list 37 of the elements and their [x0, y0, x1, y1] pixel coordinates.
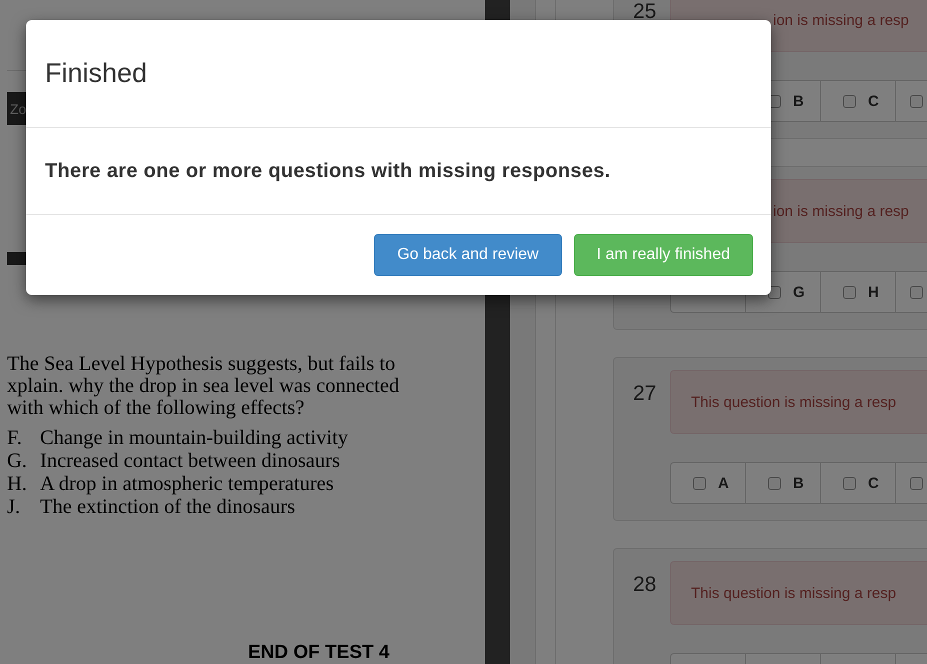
question-text-line: xplain. why the drop in sea level was connected	[7, 375, 400, 397]
end-of-test-text: END OF TEST 4	[248, 642, 390, 664]
answer-choice[interactable]: A	[671, 463, 746, 503]
modal-message: There are one or more questions with missing responses.	[45, 160, 611, 182]
answer-choice[interactable]: C	[821, 463, 896, 503]
answer-choice[interactable]: H	[821, 272, 896, 312]
alert-text: ion is missing a resp	[773, 202, 909, 220]
option-text: Increased contact between dinosaurs	[40, 450, 340, 473]
question-number: 25	[633, 0, 653, 24]
option-letter: H.	[7, 473, 28, 496]
finish-button[interactable]: I am really finished	[574, 234, 753, 276]
checkbox[interactable]	[910, 476, 923, 490]
answer-choice[interactable]: B	[746, 463, 821, 503]
alert-text: This question is missing a resp	[691, 584, 896, 602]
modal-title: Finished	[45, 58, 148, 89]
answer-choice[interactable]: C	[821, 81, 896, 121]
question-text-line: with which of the following effects?	[7, 397, 306, 419]
zoom-label[interactable]: Zo	[10, 100, 26, 116]
checkbox[interactable]	[843, 286, 856, 298]
checkbox[interactable]	[843, 476, 856, 490]
option-text: A drop in atmospheric temperatures	[40, 473, 334, 496]
review-button[interactable]: Go back and review	[374, 234, 562, 276]
option-text: The extinction of the dinosaurs	[40, 496, 296, 519]
question-number: 28	[633, 573, 653, 597]
alert-text: ion is missing a resp	[773, 12, 909, 28]
checkbox[interactable]	[910, 286, 923, 298]
question-text-line: The Sea Level Hypothesis suggests, but fails to	[7, 353, 396, 375]
question-number: 27	[633, 382, 653, 406]
option-letter: F.	[7, 427, 23, 450]
checkbox[interactable]	[910, 94, 923, 108]
checkbox[interactable]	[768, 476, 781, 490]
checkbox[interactable]	[693, 476, 706, 490]
checkbox[interactable]	[843, 94, 856, 108]
alert-text: This question is missing a resp	[691, 394, 896, 410]
option-letter: G.	[7, 450, 28, 473]
option-text: Change in mountain-building activity	[40, 427, 348, 450]
option-letter: J.	[7, 496, 22, 519]
